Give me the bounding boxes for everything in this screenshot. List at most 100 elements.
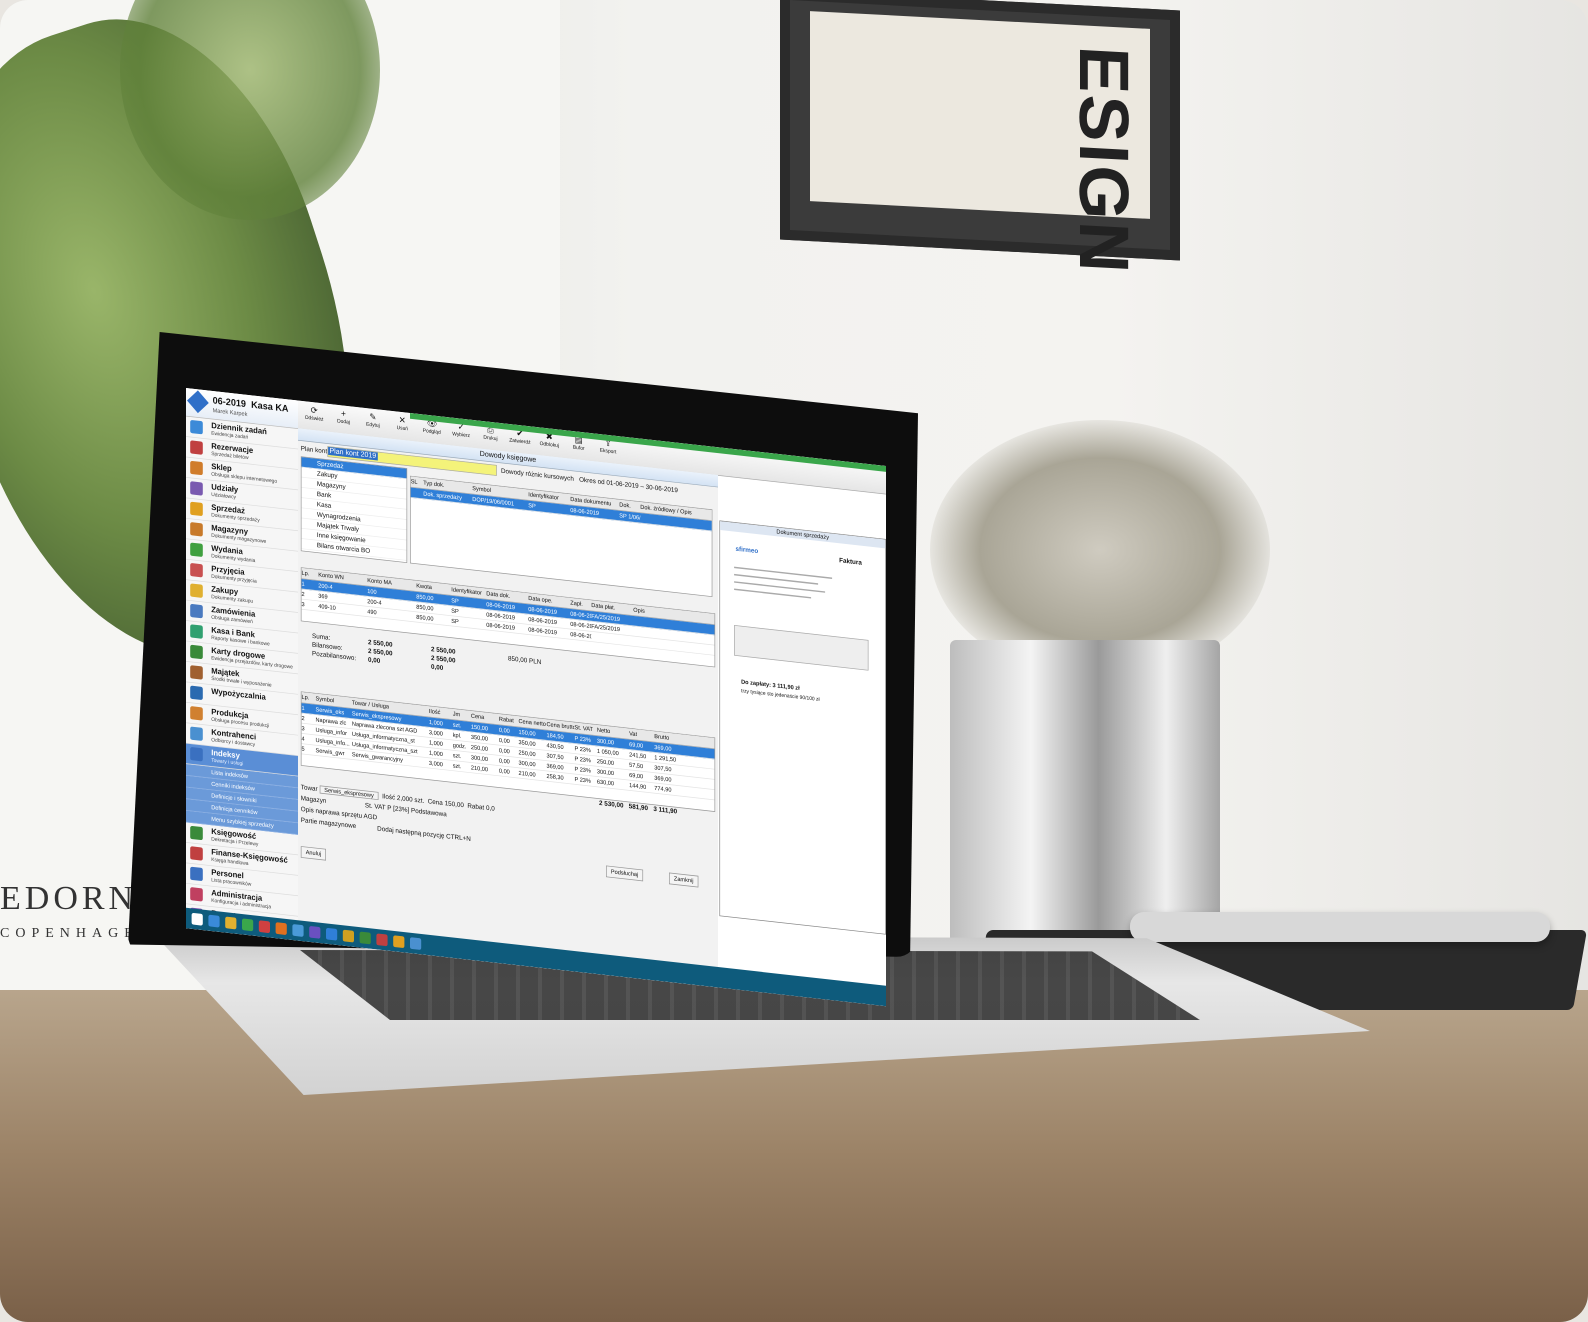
close-button[interactable]: Zamknij (669, 872, 699, 888)
preview-line (734, 566, 833, 579)
module-icon (190, 746, 203, 762)
table-cell: SP 1/06/19 (619, 512, 641, 522)
taskbar-app-icon[interactable] (326, 927, 338, 941)
chrome-vase (950, 640, 1220, 940)
sidebar-menu: Dziennik zadań Ewidencja zadań Rezerwacje S… (186, 416, 298, 777)
toolbar-button-icon: ⟳ (310, 404, 318, 416)
table-cell: 3 (301, 600, 305, 608)
sum-wn: 2 550,00 2 550,00 0,00 (368, 638, 393, 667)
amount-value: 850,00 (508, 654, 528, 665)
table-cell: 210,00 (470, 764, 489, 773)
accounting-documents-panel: Dowody księgowe Plan kont Plan kont 2019… (298, 428, 718, 988)
grid-header-cell: SL (410, 478, 418, 486)
taskbar-app-icon[interactable] (393, 935, 405, 949)
taskbar-app-icon[interactable] (258, 920, 270, 934)
taskbar-app-icon[interactable] (208, 914, 220, 928)
toolbar-button[interactable]: ⟳ Odśwież (301, 403, 328, 429)
ok-button[interactable]: Podsłuchaj (606, 865, 644, 882)
toolbar-button[interactable]: + Dodaj (330, 406, 357, 432)
total-netto: 2 530,00 (599, 799, 624, 810)
framed-print: ESIGN (780, 0, 1180, 276)
towar-label: Towar (300, 783, 318, 793)
module-icon (190, 624, 203, 639)
sum-ma: 2 550,00 2 550,00 0,00 (431, 645, 456, 674)
date-from-field[interactable]: 01-06-2019 (606, 479, 638, 490)
discount-field[interactable]: 0,0 (486, 804, 495, 812)
toolbar-button-label: Dodaj (337, 418, 350, 426)
taskbar-app-icon[interactable] (275, 922, 287, 936)
invoice-preview: Dokument sprzedaży sfirmeo Faktura Do za… (719, 520, 886, 935)
unit-field[interactable]: szt. (414, 796, 424, 804)
photo-scene: EDORNH COPENHAGEN ESIGN 06-2019 Kasa KA … (0, 0, 1588, 1322)
preview-words: trzy tysiące sto jedenaście 90/100 zł (741, 688, 820, 703)
table-cell (411, 487, 424, 488)
module-icon (190, 419, 203, 435)
table-cell: 210,00 (518, 769, 536, 779)
taskbar-app-icon[interactable] (342, 929, 354, 943)
sidebar-item-subtitle: Dokumenty zakupu (211, 594, 254, 605)
module-icon (190, 846, 203, 861)
module-icon (190, 726, 203, 742)
module-icon (190, 542, 203, 558)
taskbar-app-icon[interactable] (191, 912, 203, 926)
toolbar-button-label: Drukuj (483, 435, 498, 442)
taskbar-app-icon[interactable] (225, 916, 237, 930)
module-icon (190, 866, 203, 882)
doc-type-list: Sprzedaż Zakupy Magazyny Bank Kasa Wynagrodze… (300, 456, 408, 564)
preview-title: Dokument sprzedaży (720, 521, 886, 549)
discount-label: Rabat (467, 801, 485, 812)
module-icon (190, 665, 203, 680)
price-label: Cena (427, 797, 443, 807)
table-cell: 5 (301, 745, 305, 753)
app-sidebar: 06-2019 Kasa KA Marek Karpek Dziennik za… (186, 388, 299, 941)
taskbar-app-icon[interactable] (376, 933, 388, 947)
qty-label: Ilość (382, 792, 396, 802)
price-field[interactable]: 150,00 (445, 799, 464, 808)
item-form: Towar Serwis_ekspresowy Ilość 2,000 szt.… (301, 782, 495, 847)
table-cell: szt. (452, 762, 462, 770)
preview-table (734, 625, 869, 671)
toolbar-button-label: Edytuj (366, 421, 380, 429)
toolbar-button[interactable]: ✎ Edytuj (360, 410, 387, 436)
taskbar-app-icon[interactable] (292, 923, 304, 937)
total-vat: 581,90 (628, 802, 649, 812)
preview-doc-label: Faktura (839, 556, 862, 567)
toolbar-button-label: Usuń (396, 425, 409, 432)
toolbar-button-label: Wybierz (452, 431, 470, 439)
date-to-field[interactable]: 30-06-2019 (646, 483, 678, 494)
module-icon (190, 685, 203, 701)
amount-field[interactable]: 850,00 PLN (508, 655, 541, 666)
preview-logo: sfirmeo (735, 544, 759, 555)
table-cell: 4 (301, 735, 305, 743)
cash-label: Kasa KA (251, 398, 289, 415)
taskbar-app-icon[interactable] (410, 937, 422, 951)
toolbar-button-label: Podgląd (422, 428, 441, 436)
module-icon (190, 481, 203, 496)
module-icon (190, 603, 203, 619)
total-brutto: 3 111,90 (653, 805, 678, 816)
module-icon (190, 440, 203, 455)
taskbar-app-icon[interactable] (309, 925, 321, 939)
table-cell: P 23% (574, 775, 591, 785)
cancel-button[interactable]: Anuluj (300, 846, 327, 861)
framed-print-inner: ESIGN (810, 11, 1150, 276)
module-icon (190, 706, 203, 721)
table-cell: 2 (301, 714, 305, 722)
taskbar-app-icon[interactable] (242, 918, 254, 932)
plan-label: Plan kont (300, 444, 328, 455)
sidebar-item-title: Wypożyczalnia (211, 687, 266, 703)
table-cell: 08-06-2019 (570, 630, 592, 641)
grid-header-cell: Lp. (301, 693, 310, 702)
qty-field[interactable]: 2,000 (397, 794, 413, 803)
module-icon (190, 825, 203, 841)
toolbar-button-label: Odblokuj (539, 441, 559, 449)
app-logo-icon (187, 390, 209, 414)
taskbar-app-icon[interactable] (359, 931, 371, 945)
module-icon (190, 583, 203, 598)
module-icon (190, 501, 203, 517)
toolbar-button-label: Zatwierdź (509, 437, 531, 446)
currency-value: PLN (529, 656, 542, 666)
period-from-label: Okres od (579, 475, 605, 486)
module-icon (190, 644, 203, 660)
module-icon (190, 460, 203, 476)
